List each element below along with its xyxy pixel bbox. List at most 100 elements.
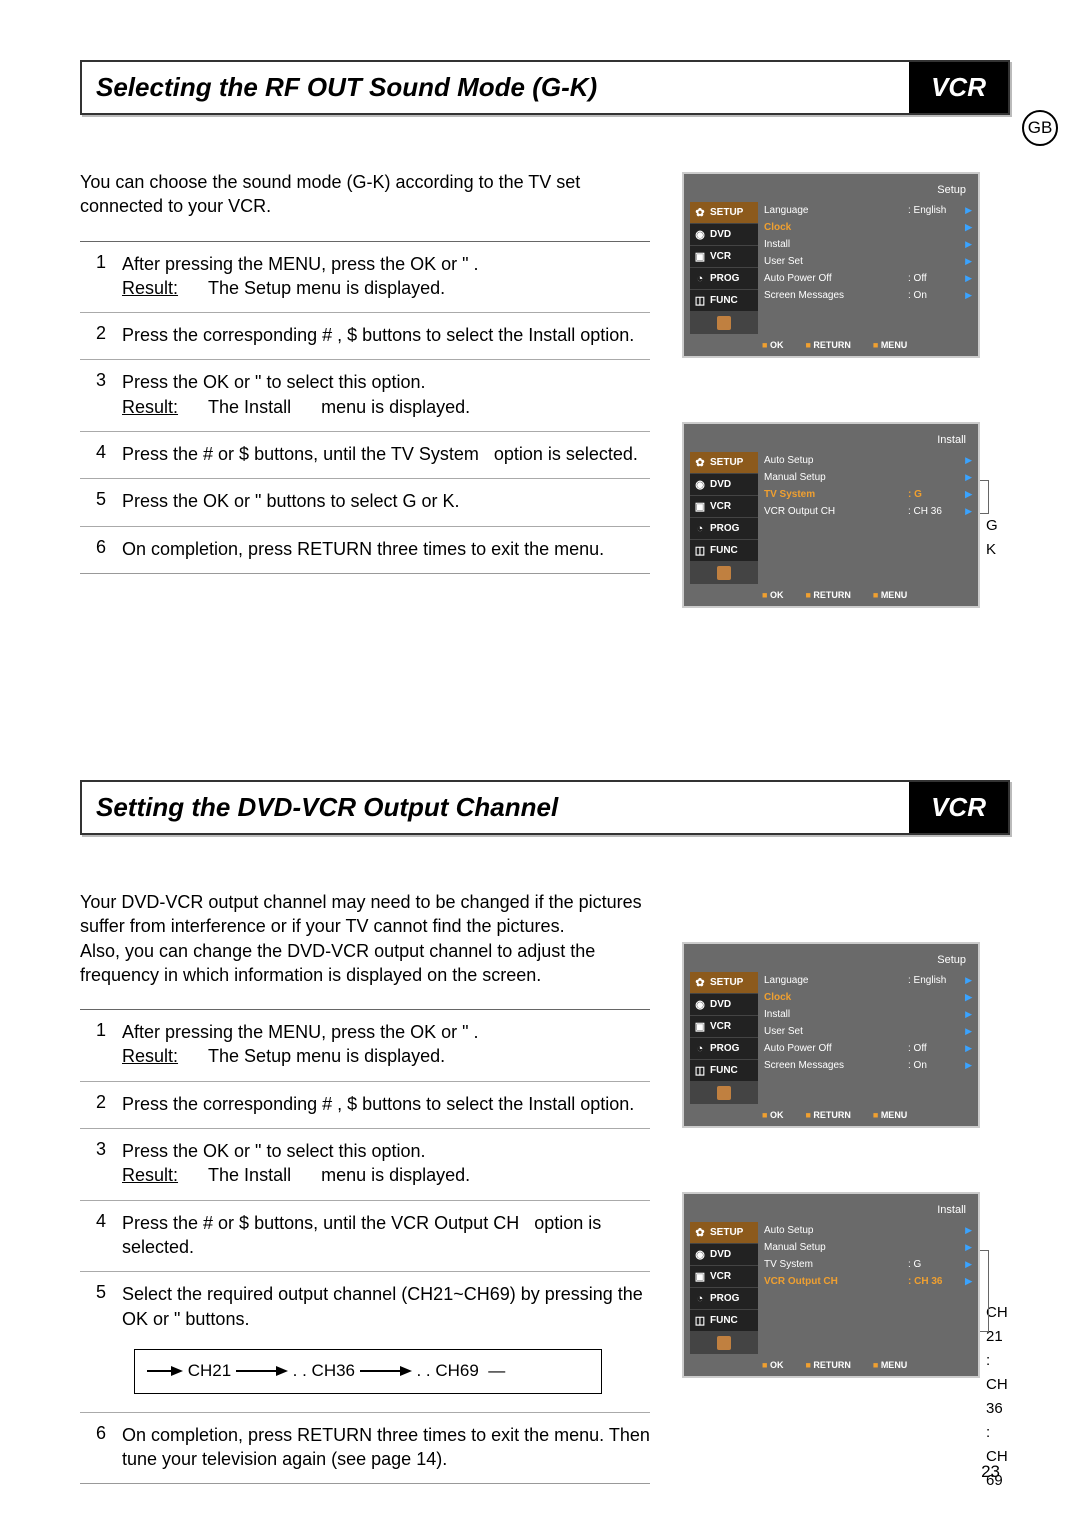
setup-icon: ✿ [694,977,706,989]
close-icon [717,1086,731,1100]
osd-footer: OKRETURNMENU [690,584,972,602]
step-text: On completion, press RETURN three times … [122,1423,650,1472]
step-number: 1 [80,252,122,301]
osd-menu-item[interactable]: User Set [764,253,972,270]
section-title: Setting the DVD-VCR Output Channel [82,782,909,833]
osd-menu-item[interactable]: Install [764,1006,972,1023]
osd-menu-item[interactable]: Install [764,236,972,253]
osd-close-tab[interactable] [690,1082,758,1104]
osd-tab-func[interactable]: ◫FUNC [690,540,758,562]
osd-menu-item[interactable]: Auto Power Off: Off [764,1040,972,1057]
chevron-right-icon [960,992,972,1003]
osd-tab-dvd[interactable]: ◉DVD [690,994,758,1016]
vcr-icon: ▣ [694,1271,706,1283]
osd-tab-prog[interactable]: ◔PROG [690,268,758,290]
chevron-right-icon [960,975,972,986]
osd-menu-item[interactable]: Screen Messages: On [764,1057,972,1074]
section-1-body: You can choose the sound mode (G-K) acco… [80,170,1010,670]
osd-tab-func[interactable]: ◫FUNC [690,1060,758,1082]
section-title: Selecting the RF OUT Sound Mode (G-K) [82,62,909,113]
intro-text: Your DVD-VCR output channel may need to … [80,890,650,987]
step-number: 2 [80,1092,122,1116]
osd-tab-prog[interactable]: ◔PROG [690,518,758,540]
osd-menu-item[interactable]: VCR Output CH: CH 36 [764,503,972,520]
step-row: 4Press the # or $ buttons, until the VCR… [80,1201,650,1273]
chevron-right-icon [960,1259,972,1270]
chevron-right-icon [960,1225,972,1236]
step-row: 4Press the # or $ buttons, until the TV … [80,432,650,479]
step-text: Press the # or $ buttons, until the TV S… [122,442,650,466]
osd-menu-item[interactable]: User Set [764,1023,972,1040]
step-text: Press the OK or " to select this option.… [122,370,650,419]
chevron-right-icon [960,222,972,233]
osd-menu-item[interactable]: Manual Setup [764,469,972,486]
channel-flow-diagram: CH21 . . CH36 . . CH69 — [130,1345,650,1398]
section-badge: VCR [909,62,1008,113]
osd-tab-setup[interactable]: ✿SETUP [690,452,758,474]
osd-menu-item[interactable]: Auto Setup [764,1222,972,1239]
osd-tab-setup[interactable]: ✿SETUP [690,202,758,224]
chevron-right-icon [960,472,972,483]
osd-tab-func[interactable]: ◫FUNC [690,1310,758,1332]
osd-menu-item[interactable]: Auto Setup [764,452,972,469]
osd-screen-title: Setup [690,950,972,972]
osd-footer: OKRETURNMENU [690,334,972,352]
osd-tab-dvd[interactable]: ◉DVD [690,474,758,496]
step-row: 2Press the corresponding # , $ buttons t… [80,313,650,360]
osd-menu-item[interactable]: Language: English [764,972,972,989]
osd-setup-screenshot: Setup✿SETUP◉DVD▣VCR◔PROG◫FUNC Language: E… [680,170,1010,360]
osd-menu-item[interactable]: TV System: G [764,1256,972,1273]
osd-menu-item[interactable]: Manual Setup [764,1239,972,1256]
osd-close-tab[interactable] [690,562,758,584]
osd-menu-item[interactable]: Language: English [764,202,972,219]
steps-list-2: 1After pressing the MENU, press the OK o… [80,1009,650,1484]
osd-tab-prog[interactable]: ◔PROG [690,1288,758,1310]
osd-menu-item[interactable]: Clock [764,219,972,236]
osd-tab-vcr[interactable]: ▣VCR [690,246,758,268]
func-icon: ◫ [694,1065,706,1077]
osd-tab-dvd[interactable]: ◉DVD [690,1244,758,1266]
osd-tab-setup[interactable]: ✿SETUP [690,972,758,994]
vcr-icon: ▣ [694,1021,706,1033]
dvd-icon: ◉ [694,1249,706,1261]
step-number: 3 [80,1139,122,1188]
osd-tab-vcr[interactable]: ▣VCR [690,1016,758,1038]
osd-tab-dvd[interactable]: ◉DVD [690,224,758,246]
osd-screen-title: Setup [690,180,972,202]
step-text: After pressing the MENU, press the OK or… [122,1020,650,1069]
osd-footer: OKRETURNMENU [690,1354,972,1372]
osd-menu-item[interactable]: TV System: G [764,486,972,503]
osd-close-tab[interactable] [690,1332,758,1354]
chevron-right-icon [960,239,972,250]
chevron-right-icon [960,1026,972,1037]
dvd-icon: ◉ [694,479,706,491]
osd-tab-func[interactable]: ◫FUNC [690,290,758,312]
step-text: Select the required output channel (CH21… [122,1282,650,1400]
step-text: Press the corresponding # , $ buttons to… [122,1092,650,1116]
step-number: 2 [80,323,122,347]
osd-setup-screenshot: Setup✿SETUP◉DVD▣VCR◔PROG◫FUNC Language: E… [680,940,1010,1130]
osd-tab-setup[interactable]: ✿SETUP [690,1222,758,1244]
osd-menu-item[interactable]: VCR Output CH: CH 36 [764,1273,972,1290]
osd-menu-item[interactable]: Auto Power Off: Off [764,270,972,287]
chevron-right-icon [960,273,972,284]
step-number: 4 [80,1211,122,1260]
osd-menu-item[interactable]: Screen Messages: On [764,287,972,304]
step-number: 6 [80,537,122,561]
step-number: 6 [80,1423,122,1472]
step-number: 5 [80,489,122,513]
step-text: Press the corresponding # , $ buttons to… [122,323,650,347]
chevron-right-icon [960,506,972,517]
osd-tab-prog[interactable]: ◔PROG [690,1038,758,1060]
osd-install-screenshot: Install✿SETUP◉DVD▣VCR◔PROG◫FUNCAuto Setu… [680,420,1010,610]
chevron-right-icon [960,1009,972,1020]
osd-menu-item[interactable]: Clock [764,989,972,1006]
osd-tab-vcr[interactable]: ▣VCR [690,496,758,518]
step-row: 5Press the OK or " buttons to select G o… [80,479,650,526]
osd-install-screenshot: Install✿SETUP◉DVD▣VCR◔PROG◫FUNCAuto Setu… [680,1190,1010,1380]
dvd-icon: ◉ [694,999,706,1011]
osd-close-tab[interactable] [690,312,758,334]
step-row: 1After pressing the MENU, press the OK o… [80,242,650,314]
osd-footer: OKRETURNMENU [690,1104,972,1122]
osd-tab-vcr[interactable]: ▣VCR [690,1266,758,1288]
